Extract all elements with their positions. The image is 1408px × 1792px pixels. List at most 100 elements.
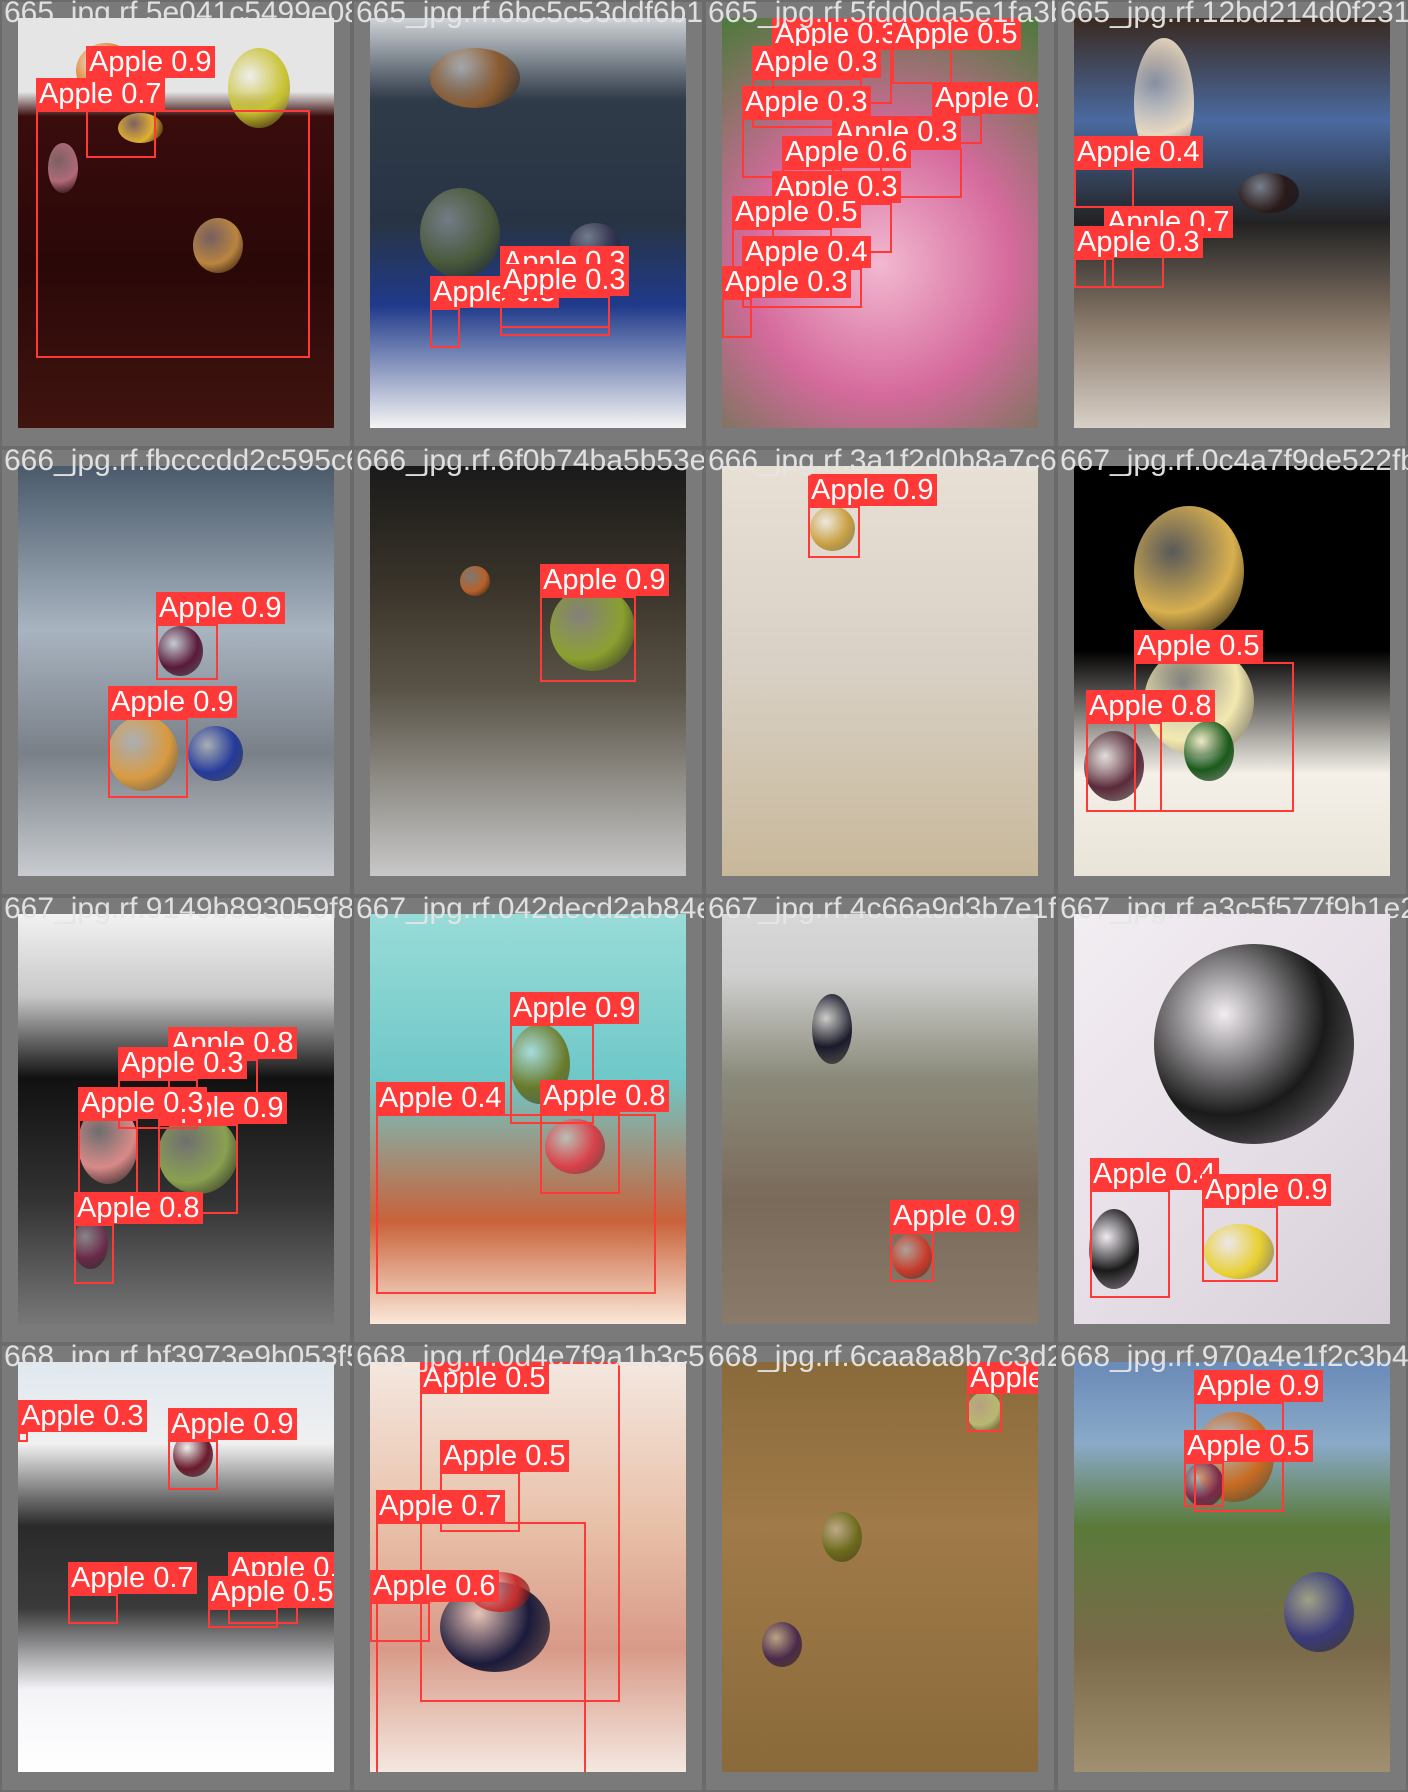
fruit-object	[430, 48, 520, 108]
detection-box	[500, 296, 610, 336]
tile: Apple 0.4 Apple 0.9 667_jpg.rf.a3c5f577f9b…	[1056, 896, 1408, 1344]
detection-box	[1090, 1190, 1170, 1298]
fruit-object	[460, 566, 490, 596]
detection-label: Apple 0.8	[1086, 690, 1215, 722]
detection-box	[1202, 1206, 1278, 1282]
tile: Apple 0.8668_jpg.rf.6caa8a8b7c3d2e1f0a9b…	[704, 1344, 1056, 1792]
tile: Apple 0.9 Apple 0.9 666_jpg.rf.fbcccdd2c59…	[0, 448, 352, 896]
detection-label: Apple 0.3	[752, 46, 881, 78]
detection-label: Apple 0.4	[1074, 136, 1203, 168]
detection-label: Apple 0.5	[892, 18, 1021, 50]
detection-label: Apple 0.5	[1134, 630, 1263, 662]
detection-box	[540, 1112, 620, 1194]
detection-box	[722, 298, 752, 338]
tile: Apple 0.9667_jpg.rf.4c66a9d3b7e1f0a2c8d4…	[704, 896, 1056, 1344]
tile-photo: Apple 0.8	[722, 1362, 1038, 1772]
detection-label: Apple 0.3	[742, 86, 871, 118]
detection-label: Apple 0.7	[376, 1490, 505, 1522]
tile: Apple 0.9666_jpg.rf.3a1f2d0b8a7c6e5f4d3c…	[704, 448, 1056, 896]
tile: Apple 0.9 Apple 0.5 668_jpg.rf.970a4e1f2c3…	[1056, 1344, 1408, 1792]
detection-label: Apple 0.3	[500, 264, 629, 296]
tile: Apple 0.3Apple 0.9Apple 0.7Apple 0.8Appl…	[0, 1344, 352, 1792]
tile: Apple 0.5 Apple 0.5 Apple 0.7 Apple 0.6 668_…	[352, 1344, 704, 1792]
fruit-object	[420, 188, 500, 278]
tile-photo: Apple 0.9 Apple 0.5	[1074, 1362, 1390, 1772]
detection-box	[370, 1602, 430, 1642]
tile: Apple 0.5 Apple 0.8 667_jpg.rf.0c4a7f9de52…	[1056, 448, 1408, 896]
detection-label: Apple 0.5	[732, 196, 861, 228]
detection-label: Apple 0.3	[118, 1047, 247, 1079]
tile-photo: Apple 0.5 Apple 0.8	[1074, 466, 1390, 876]
detection-label: Apple 0.8	[540, 1080, 669, 1112]
detection-box	[18, 1432, 28, 1442]
detection-label: Apple 0.9	[890, 1200, 1019, 1232]
detection-label: Apple 0.4	[742, 236, 871, 268]
detection-label: Apple 0.5	[420, 1362, 549, 1394]
tile-photo: Apple 0.3 Apple 0.5 Apple 0.3 Apple 0.3 Appl…	[722, 18, 1038, 428]
tile-photo: Apple 0.9	[722, 466, 1038, 876]
detection-label: Apple 0.5	[440, 1440, 569, 1472]
detection-label: Apple 0.3	[1074, 226, 1203, 258]
detection-box	[108, 718, 188, 798]
fruit-object	[1154, 944, 1354, 1144]
tile: Apple 0.3 Apple 0.3 Apple 0.3 665_jpg.rf.6b…	[352, 0, 704, 448]
detection-label: Apple 0.4	[1090, 1158, 1219, 1190]
detection-box	[68, 1594, 118, 1624]
tile-photo: Apple 0.5 Apple 0.5 Apple 0.7 Apple 0.6	[370, 1362, 686, 1772]
fruit-object	[1239, 173, 1299, 213]
detection-label: Apple 0.4	[376, 1082, 505, 1114]
tile-photo: Apple 0.9 Apple 0.7	[18, 18, 334, 428]
fruit-object	[188, 726, 243, 781]
detection-box	[1074, 258, 1114, 288]
tile-photo: Apple 0.8 Apple 0.3 Apple 0.9 Apple 0.3 Appl…	[18, 914, 334, 1324]
fruit-object	[822, 1512, 862, 1562]
detection-label: Apple 0.8	[74, 1192, 203, 1224]
detection-box	[430, 308, 460, 348]
detection-box	[808, 506, 860, 558]
detection-label: Apple 0.9	[808, 474, 937, 506]
detection-label: Apple 0.5	[932, 82, 1038, 114]
detection-label: Apple 0.6	[370, 1570, 499, 1602]
detection-label: Apple 0.9	[540, 564, 669, 596]
detection-box	[36, 110, 310, 358]
fruit-object	[1134, 506, 1244, 636]
detection-box	[74, 1224, 114, 1284]
detection-box	[967, 1392, 1002, 1432]
detection-label: Apple 0.9	[86, 46, 215, 78]
detection-label: Apple 0.5	[1184, 1430, 1313, 1462]
tile: Apple 0.3 Apple 0.5 Apple 0.3 Apple 0.3 Appl…	[704, 0, 1056, 448]
detection-box	[540, 596, 636, 682]
detection-box	[1184, 1462, 1224, 1507]
detection-box	[376, 1522, 586, 1772]
detection-box	[890, 1232, 934, 1282]
tile: Apple 0.9 Apple 0.7 665_jpg.rf.5e041c5499e…	[0, 0, 352, 448]
detection-label: Apple 0.9	[1202, 1174, 1331, 1206]
tile-photo: Apple 0.9	[722, 914, 1038, 1324]
detection-box	[892, 44, 952, 84]
detection-label: Apple 0.9	[510, 992, 639, 1024]
tile-photo: Apple 0.9	[370, 466, 686, 876]
detection-label: Apple 0.9	[1194, 1370, 1323, 1402]
detection-box	[168, 1440, 218, 1490]
tile-photo: Apple 0.9 Apple 0.9	[18, 466, 334, 876]
detection-box	[156, 624, 218, 680]
detection-label: Apple 0.9	[156, 592, 285, 624]
detection-label: Apple 0.9	[168, 1408, 297, 1440]
detection-label: Apple 0.9	[108, 686, 237, 718]
detection-label: Apple 0.3	[722, 266, 851, 298]
fruit-object	[1284, 1572, 1354, 1652]
tile-photo: Apple 0.4 Apple 0.9	[1074, 914, 1390, 1324]
tile: Apple 0.4 Apple 0.7 Apple 0.3 665_jpg.rf.12…	[1056, 0, 1408, 448]
detection-box	[208, 1608, 278, 1628]
detection-label: Apple 0.7	[36, 78, 165, 110]
tile-photo: Apple 0.3Apple 0.9Apple 0.7Apple 0.8Appl…	[18, 1362, 334, 1772]
detection-box	[78, 1119, 138, 1199]
detection-box	[1074, 168, 1134, 208]
tile-photo: Apple 0.3 Apple 0.3 Apple 0.3	[370, 18, 686, 428]
detection-label: Apple 0.3	[18, 1400, 147, 1432]
detection-label: Apple 0.7	[68, 1562, 197, 1594]
tile: Apple 0.8 Apple 0.3 Apple 0.9 Apple 0.3 Appl…	[0, 896, 352, 1344]
fruit-object	[812, 994, 852, 1064]
tile-photo: Apple 0.4 Apple 0.7 Apple 0.3	[1074, 18, 1390, 428]
fruit-object	[762, 1622, 802, 1667]
